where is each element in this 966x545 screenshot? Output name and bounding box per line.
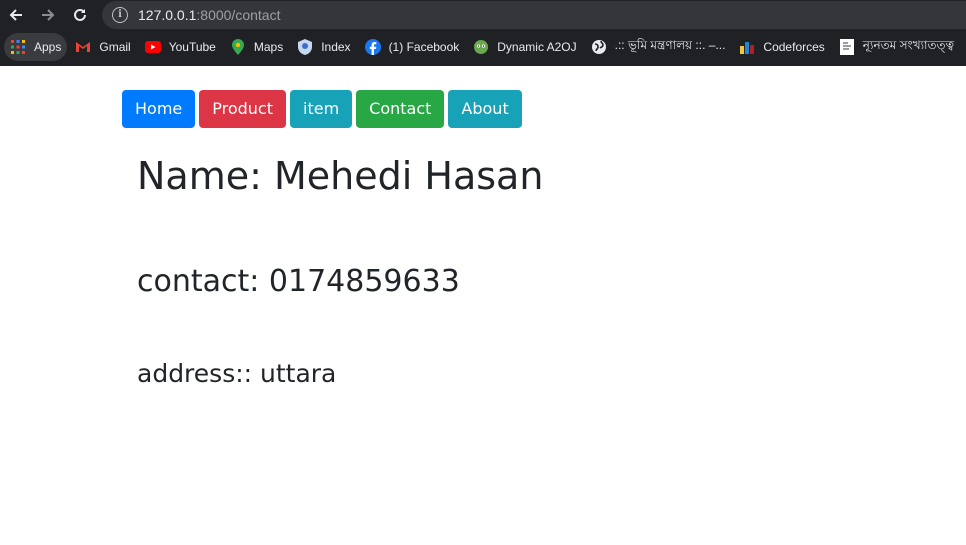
maps-pin-icon — [230, 39, 246, 55]
omnibox[interactable]: i 127.0.0.1:8000/contact — [102, 1, 966, 29]
bookmark-label: (1) Facebook — [388, 40, 460, 54]
bookmark-gmail[interactable]: Gmail — [69, 33, 136, 61]
url-path: :8000/contact — [196, 7, 281, 23]
apps-grid-icon — [10, 39, 26, 55]
a2oj-icon — [473, 39, 489, 55]
codeforces-icon — [739, 39, 755, 55]
gmail-icon — [75, 39, 91, 55]
page-content: Home Product item Contact About Name: Me… — [0, 66, 966, 545]
item-button[interactable]: item — [290, 90, 353, 128]
bookmark-label: Gmail — [99, 40, 131, 54]
bookmark-label: Dynamic A2OJ — [497, 40, 577, 54]
nav-button-group: Home Product item Contact About — [122, 90, 526, 128]
bookmarks-bar: Apps Gmail YouTube Maps Index (1) Facebo… — [0, 32, 966, 62]
bookmark-number-theory[interactable]: ন্যূনতম সংখ্যাতত্ত্ব — [833, 33, 960, 61]
youtube-icon — [144, 39, 161, 55]
bookmark-index[interactable]: Index — [291, 33, 356, 61]
bookmark-codeforces[interactable]: Codeforces — [733, 33, 830, 61]
url-text: 127.0.0.1:8000/contact — [138, 7, 280, 23]
info-icon[interactable]: i — [112, 7, 128, 23]
url-host: 127.0.0.1 — [138, 7, 197, 23]
address-heading: address:: uttara — [137, 359, 337, 388]
doc-icon — [839, 39, 855, 55]
browser-chrome: i 127.0.0.1:8000/contact Apps Gmail YouT… — [0, 0, 966, 66]
bookmark-label: Index — [321, 40, 351, 54]
back-arrow-icon[interactable] — [5, 4, 27, 26]
forward-arrow-icon[interactable] — [37, 4, 59, 26]
bookmark-label: Codeforces — [763, 40, 825, 54]
contact-button[interactable]: Contact — [356, 90, 445, 128]
address-bar-row: i 127.0.0.1:8000/contact — [0, 0, 966, 30]
bookmark-youtube[interactable]: YouTube — [139, 33, 222, 61]
bookmark-maps[interactable]: Maps — [224, 33, 289, 61]
bookmark-facebook[interactable]: (1) Facebook — [359, 33, 466, 61]
bookmark-label: ন্যূনতম সংখ্যাতত্ত্ব — [862, 38, 955, 52]
bookmark-label: YouTube — [168, 40, 216, 54]
index-shield-icon — [297, 39, 313, 55]
bookmark-label: .:: ভূমি মন্ত্রণালয় ::. –... — [614, 38, 726, 52]
globe-icon — [591, 39, 607, 55]
reload-icon[interactable] — [69, 4, 91, 26]
facebook-icon — [364, 39, 381, 55]
bookmark-apps[interactable]: Apps — [4, 33, 68, 61]
about-button[interactable]: About — [448, 90, 522, 128]
name-heading: Name: Mehedi Hasan — [137, 154, 544, 198]
bookmark-a2oj[interactable]: Dynamic A2OJ — [467, 33, 582, 61]
bookmark-land-ministry[interactable]: .:: ভূমি মন্ত্রণালয় ::. –... — [585, 33, 732, 61]
contact-heading: contact: 0174859633 — [137, 264, 460, 299]
home-button[interactable]: Home — [122, 90, 196, 128]
bookmark-label: Apps — [34, 40, 62, 54]
bookmark-label: Maps — [253, 40, 284, 54]
product-button[interactable]: Product — [199, 90, 286, 128]
